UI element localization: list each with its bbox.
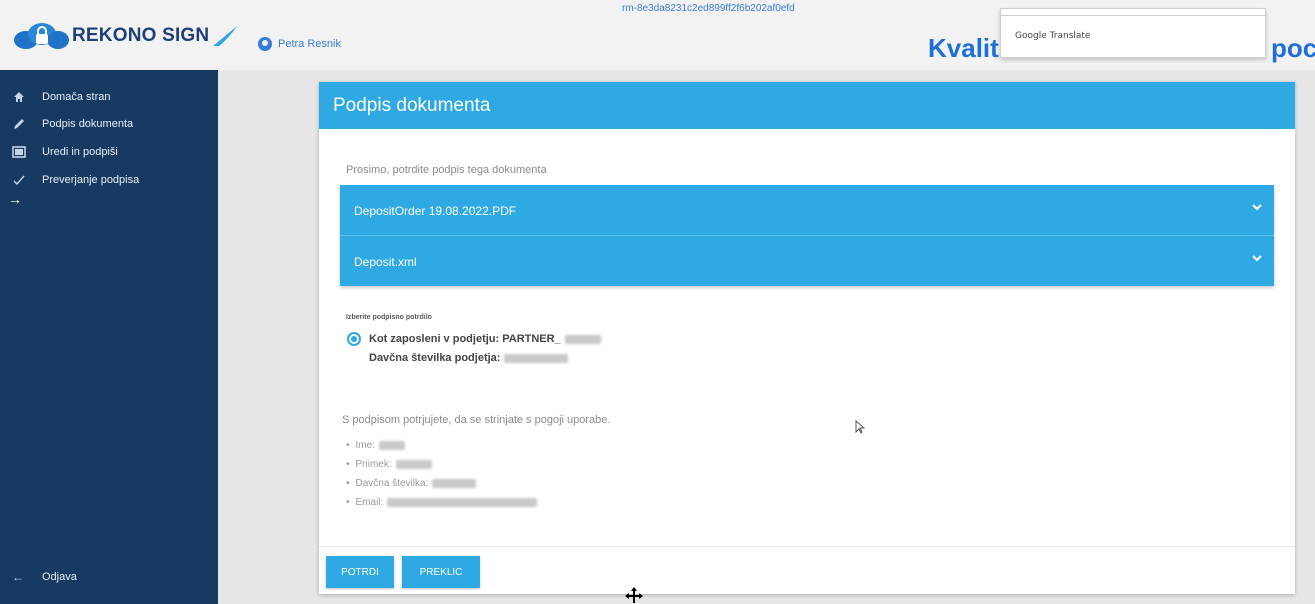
move-cursor-icon (623, 586, 645, 604)
logo-text: REKONO SIGN (72, 25, 210, 46)
check-icon (12, 173, 26, 187)
field-label: Ime: (355, 440, 375, 451)
chevron-down-icon[interactable] (1252, 251, 1262, 265)
sidebar: Domača stran Podpis dokumenta Uredi in p… (0, 70, 218, 604)
list-item: Davčna številka: (346, 474, 537, 493)
sidebar-item-label: Podpis dokumenta (42, 118, 134, 130)
certificate-option[interactable]: Kot zaposleni v podjetju: PARTNER_ (369, 333, 601, 345)
company-tax-label: Davčna številka podjetja: (369, 352, 501, 364)
sidebar-item-edit-and-sign[interactable]: Uredi in podpiši (12, 145, 118, 159)
heading-end: poc (1271, 33, 1315, 63)
certificate-label: Izberite podpisno potrdilo (346, 314, 432, 321)
sign-document-card: Podpis dokumenta Prosimo, potrdite podpi… (319, 82, 1295, 594)
list-item: Ime: (346, 436, 537, 455)
terms-text: S podpisom potrjujete, da se strinjate s… (342, 414, 611, 426)
session-id: rm-8e3da8231c2ed899ff2f6b202af0efd (622, 3, 795, 14)
cancel-button[interactable]: PREKLIC (402, 556, 480, 588)
company-tax-number: Davčna številka podjetja: (369, 352, 569, 364)
card-header: Podpis dokumenta (319, 82, 1295, 129)
card-title: Podpis dokumenta (333, 95, 491, 116)
heading-start: Kvalit (928, 33, 999, 63)
document-name: DepositOrder 19.08.2022.PDF (354, 204, 517, 218)
signer-details-list: Ime: Priimek: Davčna številka: Email: (346, 436, 538, 512)
google-translate-popup[interactable]: Google Translate (1000, 8, 1266, 58)
document-icon (12, 145, 26, 159)
sidebar-item-verify-signature[interactable]: Preverjanje podpisa (12, 173, 139, 187)
swoosh-icon (213, 26, 238, 46)
cloud-lock-icon (14, 23, 69, 49)
redacted-value (387, 498, 538, 507)
redacted-value (395, 460, 432, 469)
list-item: Email: (346, 493, 538, 512)
redacted-tax-number (504, 353, 569, 363)
field-label: Davčna številka: (355, 478, 429, 489)
rekono-logo[interactable]: REKONO SIGN (12, 22, 239, 50)
list-item: Priimek: (346, 455, 537, 474)
card-footer-divider (319, 546, 1295, 547)
sidebar-item-label: Preverjanje podpisa (42, 174, 140, 186)
field-label: Email: (355, 497, 384, 508)
document-accordion-pdf[interactable]: DepositOrder 19.08.2022.PDF (340, 185, 1274, 236)
home-icon (12, 90, 26, 104)
top-header: REKONO SIGN Petra Resnik rm-8e3da8231c2e… (0, 0, 1315, 70)
user-icon (258, 37, 272, 51)
user-name: Petra Resnik (278, 38, 341, 50)
page: REKONO SIGN Petra Resnik rm-8e3da8231c2e… (0, 0, 1315, 604)
redacted-value (378, 441, 405, 450)
confirm-button[interactable]: POTRDI (326, 556, 394, 588)
certificate-option-text: Kot zaposleni v podjetju: PARTNER_ (369, 333, 561, 345)
logout-label: Odjava (42, 571, 77, 583)
google-translate-label: Google Translate (1015, 31, 1091, 41)
chevron-down-icon[interactable] (1252, 200, 1262, 214)
pen-icon (12, 117, 26, 131)
arrow-left-icon: ← (12, 570, 24, 584)
sidebar-item-home[interactable]: Domača stran (12, 90, 110, 104)
popup-divider (1001, 15, 1265, 16)
redacted-company (564, 334, 601, 344)
sidebar-item-label: Uredi in podpiši (42, 146, 118, 158)
logout-button[interactable]: ← Odjava (12, 570, 77, 584)
mouse-pointer-icon (855, 419, 866, 437)
document-accordion-xml[interactable]: Deposit.xml (340, 235, 1274, 286)
sidebar-item-label: Domača stran (42, 91, 111, 103)
sign-prompt: Prosimo, potrdite podpis tega dokumenta (346, 164, 547, 176)
field-label: Priimek: (355, 459, 392, 470)
document-name: Deposit.xml (354, 255, 417, 269)
redacted-value (432, 479, 477, 488)
user-profile[interactable]: Petra Resnik (258, 37, 341, 51)
arrow-cursor-icon: → (8, 191, 22, 207)
certificate-radio[interactable] (347, 332, 361, 346)
sidebar-item-sign-document[interactable]: Podpis dokumenta (12, 117, 133, 131)
